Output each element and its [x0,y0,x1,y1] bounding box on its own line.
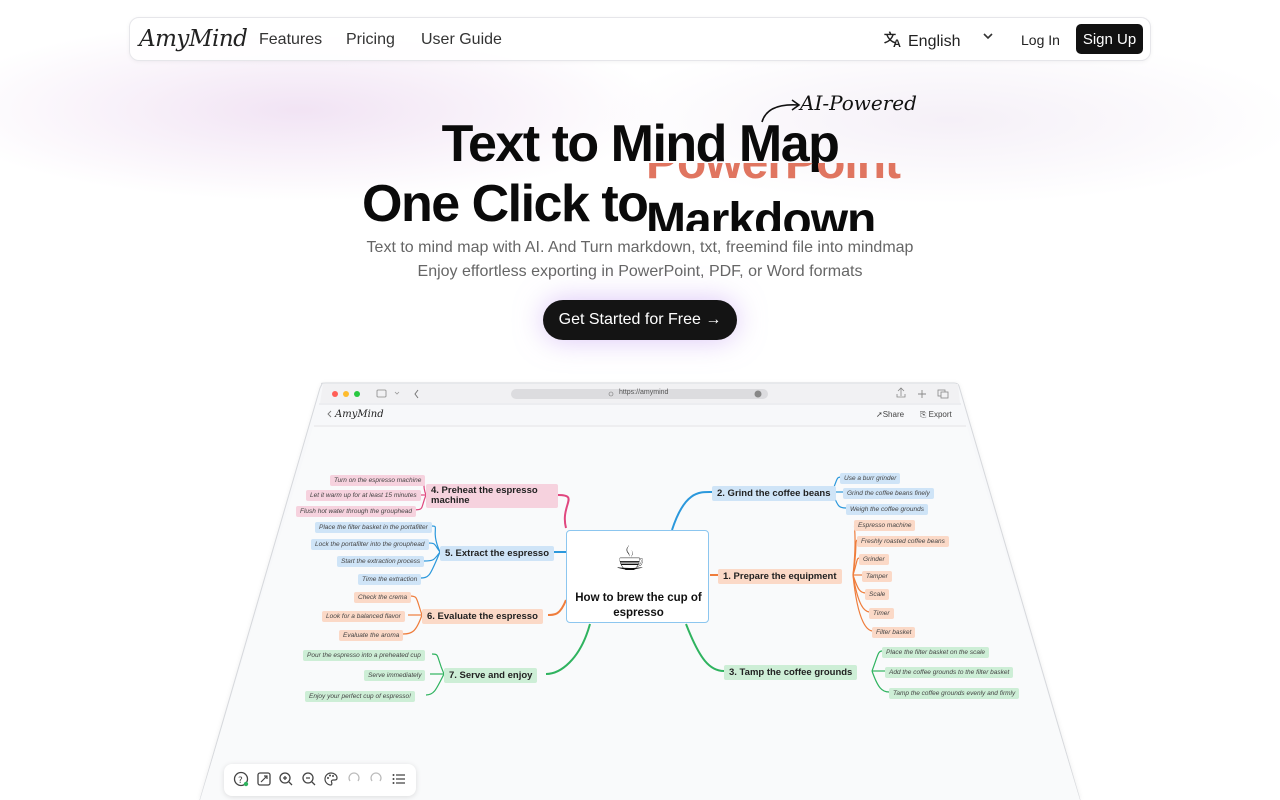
outline-list-icon[interactable] [390,771,408,790]
svg-text:?: ? [238,776,243,786]
leaf-node[interactable]: Place the filter basket on the scale [882,647,990,658]
leaf-node[interactable]: Grinder [859,554,889,565]
leaf-node[interactable]: Timer [869,608,894,619]
leaf-node[interactable]: Tamp the coffee grounds evenly and firml… [889,688,1020,699]
leaf-node[interactable]: Lock the portafilter into the grouphead [311,539,429,550]
branch-node[interactable]: 4. Preheat the espresso machine [426,484,558,508]
branch-node[interactable]: 7. Serve and enjoy [444,668,538,683]
branch-node[interactable]: 5. Extract the espresso [440,546,555,561]
coffee-cup-icon: ☕ [615,540,646,578]
leaf-node[interactable]: Weigh the coffee grounds [846,504,928,515]
branch-node[interactable]: 2. Grind the coffee beans [712,486,836,501]
palette-icon[interactable] [322,771,340,790]
mindmap-canvas: https://amymind AmyMind ➚Share ⎘ Export … [0,0,1280,800]
zoom-out-icon[interactable] [300,771,318,790]
leaf-node[interactable]: Tamper [862,571,892,582]
app-logo[interactable]: AmyMind [335,409,384,420]
leaf-node[interactable]: Time the extraction [358,574,422,585]
leaf-node[interactable]: Turn on the espresso machine [330,475,426,486]
leaf-node[interactable]: Espresso machine [854,520,916,531]
leaf-node[interactable]: Enjoy your perfect cup of espresso! [305,691,415,702]
redo-icon[interactable] [367,771,385,790]
undo-icon[interactable] [345,771,363,790]
share-icon: ➚ [876,410,883,419]
leaf-node[interactable]: Use a burr grinder [840,473,901,484]
leaf-node[interactable]: Freshly roasted coffee beans [857,536,949,547]
leaf-node[interactable]: Grind the coffee beans finely [843,488,934,499]
share-button[interactable]: ➚Share [876,410,904,419]
branch-node[interactable]: 3. Tamp the coffee grounds [724,665,858,680]
leaf-node[interactable]: Start the extraction process [337,556,425,567]
leaf-node[interactable]: Scale [865,589,890,600]
center-node-title: How to brew the cup of espresso [575,592,702,619]
branch-node[interactable]: 1. Prepare the equipment [718,569,842,584]
leaf-node[interactable]: Check the crema [354,592,412,603]
leaf-node[interactable]: Serve immediately [364,670,426,681]
leaf-node[interactable]: Pour the espresso into a preheated cup [303,650,425,661]
leaf-node[interactable]: Look for a balanced flavor [322,611,405,622]
export-icon: ⎘ [920,410,927,419]
fit-view-icon[interactable] [255,771,273,790]
leaf-node[interactable]: Flush hot water through the grouphead [296,506,417,517]
leaf-node[interactable]: Add the coffee grounds to the filter bas… [885,667,1014,678]
mindmap-center-node[interactable]: ☕ How to brew the cup of espresso [566,530,709,623]
export-button[interactable]: ⎘ Export [920,410,952,420]
help-icon[interactable]: ? [232,771,250,790]
zoom-in-icon[interactable] [277,771,295,790]
leaf-node[interactable]: Let it warm up for at least 15 minutes [306,490,421,501]
canvas-toolbar: ? [224,764,416,796]
leaf-node[interactable]: Place the filter basket in the portafilt… [315,522,432,533]
leaf-node[interactable]: Evaluate the aroma [339,630,404,641]
url-text: https://amymind [619,389,669,396]
leaf-node[interactable]: Filter basket [872,627,916,638]
branch-node[interactable]: 6. Evaluate the espresso [422,609,543,624]
